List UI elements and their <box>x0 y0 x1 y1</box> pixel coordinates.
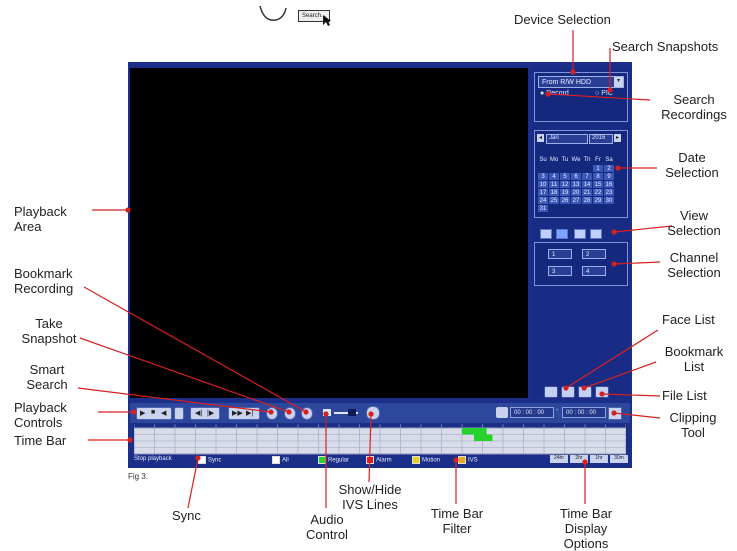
label-line: List <box>683 359 705 374</box>
label-line: Search <box>26 377 68 392</box>
label-line: Show/Hide <box>338 482 402 497</box>
label-line: Audio <box>310 512 344 527</box>
label-line: Bookmark <box>14 266 73 281</box>
label-line: Selection <box>665 165 719 180</box>
label-search-snapshots: Search Snapshots <box>612 39 719 54</box>
label-line: Options <box>563 536 609 551</box>
label-channel-selection: Channel Selection <box>656 250 732 280</box>
label-line: Tool <box>681 425 705 440</box>
label-line: Channel <box>669 250 719 265</box>
label-time-bar-display-options: Time Bar Display Options <box>548 506 624 551</box>
label-line: Search <box>673 92 715 107</box>
label-time-bar: Time Bar <box>14 433 67 448</box>
label-line: Controls <box>14 415 63 430</box>
label-line: Selection <box>667 265 721 280</box>
label-view-selection: View Selection <box>656 208 732 238</box>
label-take-snapshot: Take Snapshot <box>14 316 84 346</box>
label-line: Filter <box>442 521 472 536</box>
label-face-list: Face List <box>662 312 715 327</box>
label-file-list: File List <box>662 388 707 403</box>
label-show-hide-ivs: Show/Hide IVS Lines <box>330 482 410 512</box>
label-line: Display <box>564 521 608 536</box>
label-line: IVS Lines <box>342 497 398 512</box>
label-line: Recording <box>14 281 74 296</box>
label-line: Clipping <box>669 410 717 425</box>
label-playback-area: Playback Area <box>14 204 67 234</box>
label-line: Playback <box>14 400 67 415</box>
label-audio-control: Audio Control <box>298 512 356 542</box>
label-line: Playback <box>14 204 67 219</box>
label-line: Smart <box>29 362 65 377</box>
label-line: Time Bar <box>430 506 484 521</box>
label-line: Take <box>35 316 63 331</box>
label-sync: Sync <box>172 508 201 523</box>
label-date-selection: Date Selection <box>654 150 730 180</box>
label-playback-controls: Playback Controls <box>14 400 67 430</box>
label-line: Control <box>306 527 348 542</box>
label-line: Recordings <box>661 107 727 122</box>
label-line: Snapshot <box>21 331 77 346</box>
callout-lines <box>77 30 673 509</box>
label-smart-search: Smart Search <box>14 362 80 392</box>
label-line: Bookmark <box>664 344 724 359</box>
label-line: View <box>680 208 708 223</box>
label-search-recordings: Search Recordings <box>652 92 736 122</box>
label-bookmark-list: Bookmark List <box>654 344 734 374</box>
label-bookmark-recording: Bookmark Recording <box>14 266 73 296</box>
label-device-selection: Device Selection <box>514 12 611 27</box>
label-time-bar-filter: Time Bar Filter <box>420 506 494 536</box>
label-line: Time Bar <box>559 506 613 521</box>
label-line: Selection <box>667 223 721 238</box>
label-clipping-tool: Clipping Tool <box>660 410 726 440</box>
label-line: Area <box>14 219 42 234</box>
label-line: Date <box>678 150 706 165</box>
